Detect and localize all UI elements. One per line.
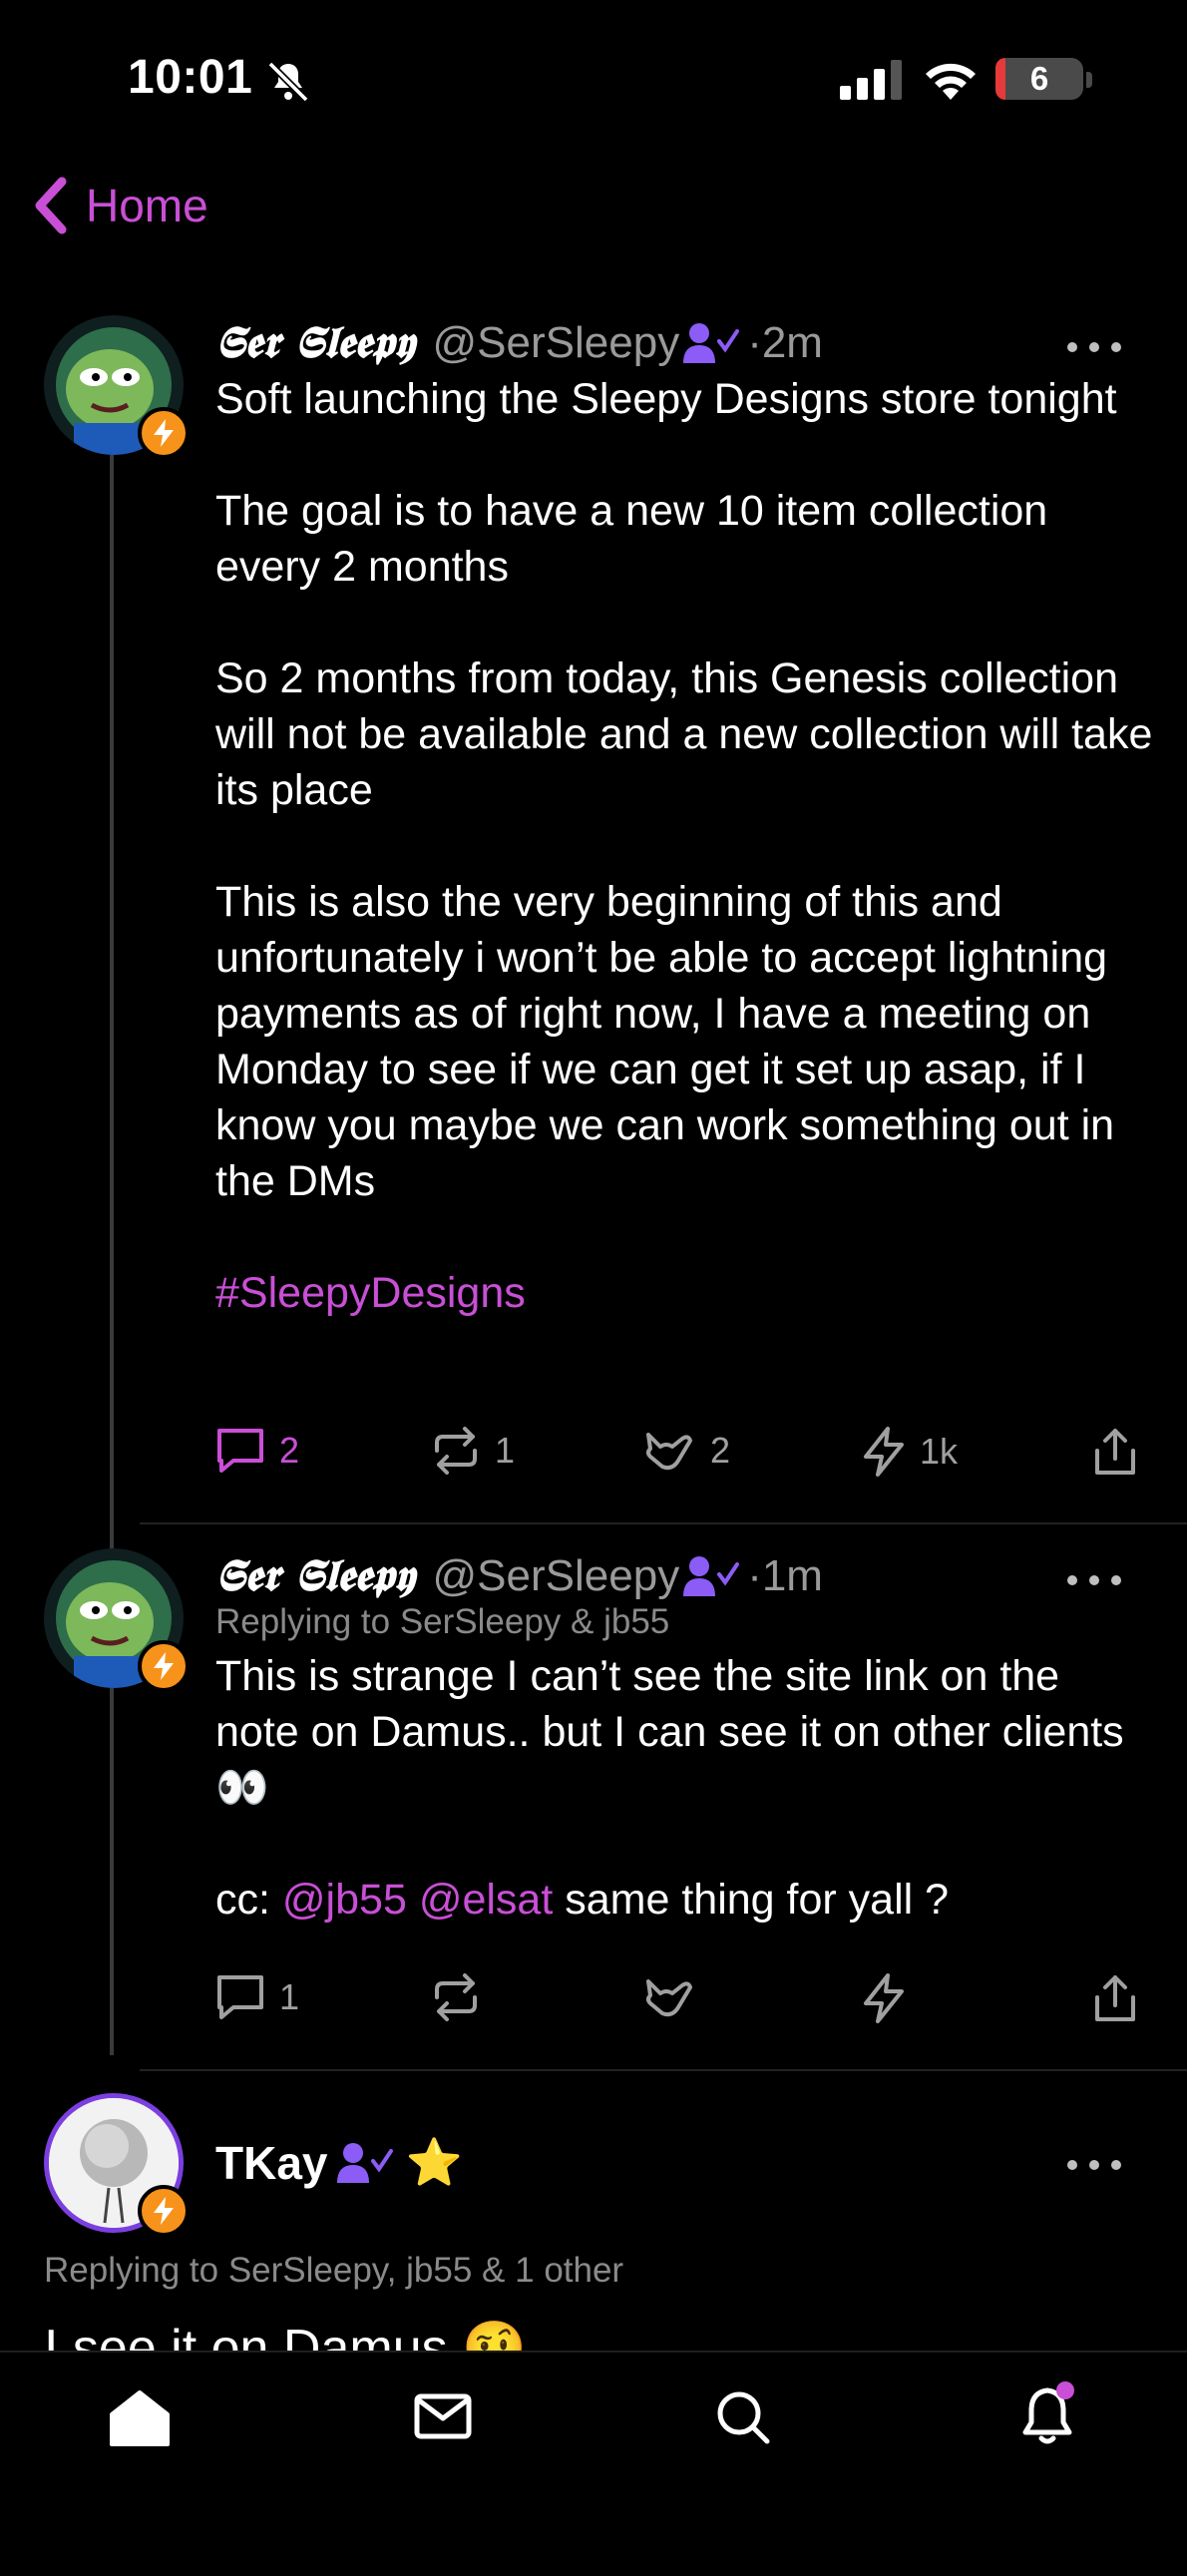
tab-notifications[interactable] bbox=[1017, 2380, 1081, 2453]
tab-search[interactable] bbox=[714, 2388, 772, 2451]
shaka-icon bbox=[646, 1433, 692, 1471]
like-button[interactable] bbox=[644, 1973, 696, 2021]
more-options-button[interactable] bbox=[1067, 337, 1121, 357]
zap-button[interactable]: 1k bbox=[862, 1427, 958, 1477]
divider bbox=[140, 2069, 1187, 2071]
post-paragraph: So 2 months from today, this Genesis col… bbox=[215, 654, 1153, 814]
handle[interactable]: @SerSleepy bbox=[433, 318, 680, 368]
mail-icon bbox=[414, 2393, 472, 2439]
zap-button[interactable] bbox=[862, 1973, 906, 2023]
repost-icon bbox=[435, 1973, 477, 2021]
tab-messages[interactable] bbox=[413, 2388, 473, 2449]
search-icon bbox=[717, 2391, 770, 2444]
verified-icon bbox=[683, 322, 740, 363]
post-header: 𝕾𝖊𝖗 𝕾𝖑𝖊𝖊𝖕𝖞 @SerSleepy ·1m bbox=[215, 1550, 823, 1601]
post-body: This is strange I can’t see the site lin… bbox=[215, 1648, 1153, 1928]
zap-badge-icon bbox=[138, 2185, 190, 2237]
zap-badge-icon bbox=[138, 407, 190, 459]
tab-home[interactable] bbox=[108, 2388, 172, 2453]
back-label: Home bbox=[86, 180, 208, 231]
divider bbox=[140, 1522, 1187, 1524]
display-name[interactable]: TKay bbox=[215, 2136, 327, 2190]
back-button[interactable]: Home bbox=[32, 176, 208, 235]
home-icon bbox=[110, 2390, 170, 2446]
share-icon bbox=[1095, 1429, 1135, 1475]
display-name[interactable]: 𝕾𝖊𝖗 𝕾𝖑𝖊𝖊𝖕𝖞 bbox=[215, 1550, 415, 1601]
bell-muted-icon bbox=[267, 61, 309, 103]
tab-bar bbox=[0, 2351, 1187, 2576]
hashtag-link[interactable]: #SleepyDesigns bbox=[215, 1265, 1153, 1321]
post-header: 𝕾𝖊𝖗 𝕾𝖑𝖊𝖊𝖕𝖞 @SerSleepy ·2m bbox=[215, 317, 823, 368]
post-time: ·2m bbox=[747, 317, 823, 367]
lightning-icon bbox=[864, 1427, 904, 1477]
wifi-icon bbox=[926, 63, 976, 100]
post-actions: 2 1 2 1k bbox=[215, 1427, 1153, 1487]
repost-button[interactable]: 1 bbox=[431, 1427, 515, 1475]
battery-icon: 6 bbox=[995, 58, 1083, 100]
mention-link[interactable]: @elsat bbox=[419, 1876, 553, 1924]
repost-icon bbox=[435, 1427, 477, 1475]
display-name[interactable]: 𝕾𝖊𝖗 𝕾𝖑𝖊𝖊𝖕𝖞 bbox=[215, 317, 415, 368]
zap-badge-icon bbox=[138, 1640, 190, 1692]
reply-icon bbox=[217, 1429, 263, 1473]
post-actions: 1 bbox=[215, 1973, 1153, 2033]
post-paragraph: The goal is to have a new 10 item collec… bbox=[215, 487, 1048, 591]
more-options-button[interactable] bbox=[1067, 2155, 1121, 2175]
avatar[interactable] bbox=[44, 1548, 190, 1692]
post-body: I see it on Damus 🤨 bbox=[44, 2320, 527, 2351]
post-time: ·1m bbox=[747, 1550, 823, 1600]
star-badge-icon: ⭐ bbox=[405, 2136, 463, 2188]
post-body-clip: I see it on Damus 🤨 bbox=[44, 2313, 1141, 2351]
reply-button[interactable]: 2 bbox=[215, 1427, 299, 1475]
signal-icon bbox=[840, 60, 902, 100]
repost-button[interactable] bbox=[431, 1973, 481, 2021]
replying-to[interactable]: Replying to SerSleepy, jb55 & 1 other bbox=[44, 2251, 623, 2291]
post-paragraph: Soft launching the Sleepy Designs store … bbox=[215, 375, 1117, 423]
avatar[interactable] bbox=[44, 315, 190, 459]
status-bar: 10:01 6 bbox=[0, 0, 1187, 160]
like-button[interactable]: 2 bbox=[644, 1427, 730, 1475]
shaka-icon bbox=[646, 1979, 692, 2017]
status-time: 10:01 bbox=[128, 51, 253, 104]
post-header: TKay ⭐ bbox=[215, 2135, 463, 2190]
replying-to[interactable]: Replying to SerSleepy & jb55 bbox=[215, 1602, 669, 1642]
lightning-icon bbox=[864, 1973, 904, 2023]
thread-line bbox=[110, 419, 114, 2055]
bell-icon bbox=[1022, 2381, 1074, 2444]
more-options-button[interactable] bbox=[1067, 1570, 1121, 1590]
mention-link[interactable]: @jb55 bbox=[282, 1876, 407, 1924]
post-body: Soft launching the Sleepy Designs store … bbox=[215, 371, 1153, 1321]
post-paragraph: This is strange I can’t see the site lin… bbox=[215, 1652, 1124, 1812]
reply-button[interactable]: 1 bbox=[215, 1973, 299, 2021]
share-button[interactable] bbox=[1091, 1973, 1139, 2023]
chevron-left-icon bbox=[35, 177, 67, 234]
share-button[interactable] bbox=[1091, 1427, 1139, 1477]
share-icon bbox=[1095, 1975, 1135, 2021]
verified-icon bbox=[337, 2142, 394, 2183]
avatar[interactable] bbox=[44, 2093, 190, 2237]
handle[interactable]: @SerSleepy bbox=[433, 1551, 680, 1601]
post-paragraph: This is also the very beginning of this … bbox=[215, 878, 1115, 1205]
cc-line: cc: @jb55 @elsat same thing for yall ? bbox=[215, 1876, 950, 1924]
verified-icon bbox=[683, 1555, 740, 1596]
reply-icon bbox=[217, 1975, 263, 2019]
